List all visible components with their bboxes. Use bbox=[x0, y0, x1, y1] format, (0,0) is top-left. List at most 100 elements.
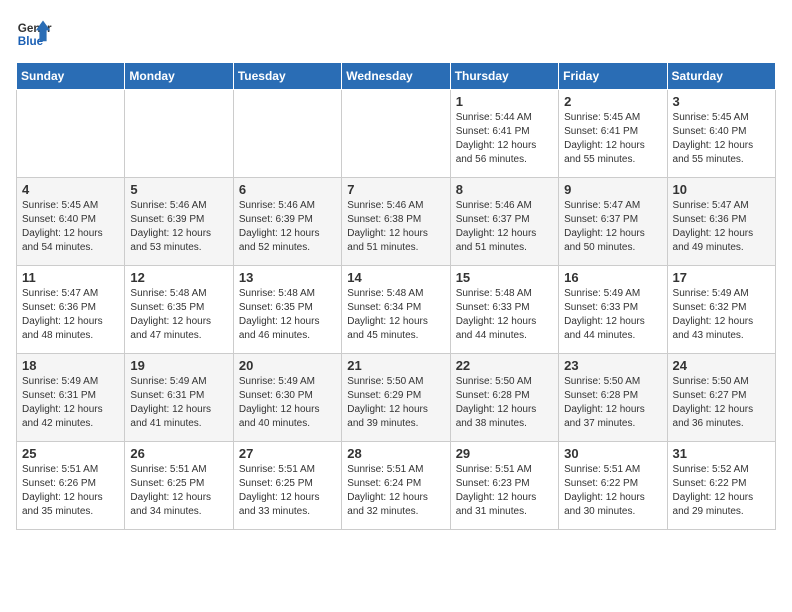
calendar-cell: 8 Sunrise: 5:46 AM Sunset: 6:37 PM Daylig… bbox=[450, 178, 558, 266]
logo-icon: General Blue bbox=[16, 16, 52, 52]
cell-content: Sunrise: 5:51 AM Sunset: 6:24 PM Dayligh… bbox=[347, 463, 444, 519]
cell-content: Sunrise: 5:51 AM Sunset: 6:25 PM Dayligh… bbox=[239, 463, 336, 519]
cell-content: Sunrise: 5:46 AM Sunset: 6:37 PM Dayligh… bbox=[456, 199, 553, 255]
day-number: 31 bbox=[673, 446, 770, 461]
day-number: 10 bbox=[673, 182, 770, 197]
cell-content: Sunrise: 5:52 AM Sunset: 6:22 PM Dayligh… bbox=[673, 463, 770, 519]
day-number: 11 bbox=[22, 270, 119, 285]
cell-content: Sunrise: 5:51 AM Sunset: 6:25 PM Dayligh… bbox=[130, 463, 227, 519]
day-number: 19 bbox=[130, 358, 227, 373]
weekday-header-tuesday: Tuesday bbox=[233, 63, 341, 90]
day-number: 30 bbox=[564, 446, 661, 461]
calendar-cell bbox=[233, 90, 341, 178]
calendar-cell bbox=[342, 90, 450, 178]
day-number: 17 bbox=[673, 270, 770, 285]
cell-content: Sunrise: 5:48 AM Sunset: 6:34 PM Dayligh… bbox=[347, 287, 444, 343]
cell-content: Sunrise: 5:45 AM Sunset: 6:41 PM Dayligh… bbox=[564, 111, 661, 167]
calendar-cell: 24Sunrise: 5:50 AM Sunset: 6:27 PM Dayli… bbox=[667, 354, 775, 442]
weekday-header-monday: Monday bbox=[125, 63, 233, 90]
weekday-header-friday: Friday bbox=[559, 63, 667, 90]
calendar-cell: 16Sunrise: 5:49 AM Sunset: 6:33 PM Dayli… bbox=[559, 266, 667, 354]
cell-content: Sunrise: 5:51 AM Sunset: 6:23 PM Dayligh… bbox=[456, 463, 553, 519]
day-number: 13 bbox=[239, 270, 336, 285]
day-number: 21 bbox=[347, 358, 444, 373]
day-number: 6 bbox=[239, 182, 336, 197]
cell-content: Sunrise: 5:47 AM Sunset: 6:37 PM Dayligh… bbox=[564, 199, 661, 255]
weekday-header-wednesday: Wednesday bbox=[342, 63, 450, 90]
day-number: 20 bbox=[239, 358, 336, 373]
calendar-cell: 12 Sunrise: 5:48 AM Sunset: 6:35 PM Dayli… bbox=[125, 266, 233, 354]
cell-content: Sunrise: 5:50 AM Sunset: 6:29 PM Dayligh… bbox=[347, 375, 444, 431]
calendar-cell: 7 Sunrise: 5:46 AM Sunset: 6:38 PM Daylig… bbox=[342, 178, 450, 266]
day-number: 12 bbox=[130, 270, 227, 285]
page-header: General Blue bbox=[16, 16, 776, 52]
day-number: 8 bbox=[456, 182, 553, 197]
day-number: 7 bbox=[347, 182, 444, 197]
calendar-cell: 22 Sunrise: 5:50 AM Sunset: 6:28 PM Dayli… bbox=[450, 354, 558, 442]
calendar-cell: 10Sunrise: 5:47 AM Sunset: 6:36 PM Dayli… bbox=[667, 178, 775, 266]
day-number: 24 bbox=[673, 358, 770, 373]
week-row-4: 18 Sunrise: 5:49 AM Sunset: 6:31 PM Dayli… bbox=[17, 354, 776, 442]
cell-content: Sunrise: 5:50 AM Sunset: 6:28 PM Dayligh… bbox=[564, 375, 661, 431]
calendar-cell: 5Sunrise: 5:46 AM Sunset: 6:39 PM Daylig… bbox=[125, 178, 233, 266]
calendar-cell: 26Sunrise: 5:51 AM Sunset: 6:25 PM Dayli… bbox=[125, 442, 233, 530]
cell-content: Sunrise: 5:46 AM Sunset: 6:39 PM Dayligh… bbox=[239, 199, 336, 255]
cell-content: Sunrise: 5:51 AM Sunset: 6:22 PM Dayligh… bbox=[564, 463, 661, 519]
calendar-cell: 6 Sunrise: 5:46 AM Sunset: 6:39 PM Daylig… bbox=[233, 178, 341, 266]
day-number: 14 bbox=[347, 270, 444, 285]
calendar-cell: 21 Sunrise: 5:50 AM Sunset: 6:29 PM Dayli… bbox=[342, 354, 450, 442]
cell-content: Sunrise: 5:45 AM Sunset: 6:40 PM Dayligh… bbox=[673, 111, 770, 167]
day-number: 5 bbox=[130, 182, 227, 197]
day-number: 22 bbox=[456, 358, 553, 373]
calendar-cell: 17 Sunrise: 5:49 AM Sunset: 6:32 PM Dayli… bbox=[667, 266, 775, 354]
calendar-cell: 1 Sunrise: 5:44 AM Sunset: 6:41 PM Daylig… bbox=[450, 90, 558, 178]
calendar-cell: 29 Sunrise: 5:51 AM Sunset: 6:23 PM Dayli… bbox=[450, 442, 558, 530]
day-number: 4 bbox=[22, 182, 119, 197]
calendar-cell: 2Sunrise: 5:45 AM Sunset: 6:41 PM Daylig… bbox=[559, 90, 667, 178]
cell-content: Sunrise: 5:44 AM Sunset: 6:41 PM Dayligh… bbox=[456, 111, 553, 167]
calendar-cell: 9 Sunrise: 5:47 AM Sunset: 6:37 PM Daylig… bbox=[559, 178, 667, 266]
week-row-3: 11 Sunrise: 5:47 AM Sunset: 6:36 PM Dayli… bbox=[17, 266, 776, 354]
cell-content: Sunrise: 5:49 AM Sunset: 6:31 PM Dayligh… bbox=[130, 375, 227, 431]
cell-content: Sunrise: 5:47 AM Sunset: 6:36 PM Dayligh… bbox=[22, 287, 119, 343]
day-number: 15 bbox=[456, 270, 553, 285]
calendar-cell bbox=[17, 90, 125, 178]
weekday-header-sunday: Sunday bbox=[17, 63, 125, 90]
cell-content: Sunrise: 5:49 AM Sunset: 6:33 PM Dayligh… bbox=[564, 287, 661, 343]
calendar-cell: 27 Sunrise: 5:51 AM Sunset: 6:25 PM Dayli… bbox=[233, 442, 341, 530]
day-number: 28 bbox=[347, 446, 444, 461]
cell-content: Sunrise: 5:45 AM Sunset: 6:40 PM Dayligh… bbox=[22, 199, 119, 255]
weekday-header-row: SundayMondayTuesdayWednesdayThursdayFrid… bbox=[17, 63, 776, 90]
calendar-cell: 14 Sunrise: 5:48 AM Sunset: 6:34 PM Dayli… bbox=[342, 266, 450, 354]
cell-content: Sunrise: 5:51 AM Sunset: 6:26 PM Dayligh… bbox=[22, 463, 119, 519]
day-number: 27 bbox=[239, 446, 336, 461]
weekday-header-saturday: Saturday bbox=[667, 63, 775, 90]
calendar-cell: 31 Sunrise: 5:52 AM Sunset: 6:22 PM Dayli… bbox=[667, 442, 775, 530]
week-row-5: 25Sunrise: 5:51 AM Sunset: 6:26 PM Dayli… bbox=[17, 442, 776, 530]
weekday-header-thursday: Thursday bbox=[450, 63, 558, 90]
day-number: 29 bbox=[456, 446, 553, 461]
calendar-table: SundayMondayTuesdayWednesdayThursdayFrid… bbox=[16, 62, 776, 530]
calendar-cell: 20Sunrise: 5:49 AM Sunset: 6:30 PM Dayli… bbox=[233, 354, 341, 442]
day-number: 3 bbox=[673, 94, 770, 109]
cell-content: Sunrise: 5:50 AM Sunset: 6:28 PM Dayligh… bbox=[456, 375, 553, 431]
calendar-cell: 13 Sunrise: 5:48 AM Sunset: 6:35 PM Dayli… bbox=[233, 266, 341, 354]
cell-content: Sunrise: 5:49 AM Sunset: 6:31 PM Dayligh… bbox=[22, 375, 119, 431]
calendar-cell: 11 Sunrise: 5:47 AM Sunset: 6:36 PM Dayli… bbox=[17, 266, 125, 354]
cell-content: Sunrise: 5:46 AM Sunset: 6:38 PM Dayligh… bbox=[347, 199, 444, 255]
day-number: 18 bbox=[22, 358, 119, 373]
cell-content: Sunrise: 5:48 AM Sunset: 6:35 PM Dayligh… bbox=[130, 287, 227, 343]
cell-content: Sunrise: 5:48 AM Sunset: 6:35 PM Dayligh… bbox=[239, 287, 336, 343]
calendar-cell: 15 Sunrise: 5:48 AM Sunset: 6:33 PM Dayli… bbox=[450, 266, 558, 354]
day-number: 1 bbox=[456, 94, 553, 109]
calendar-cell: 30 Sunrise: 5:51 AM Sunset: 6:22 PM Dayli… bbox=[559, 442, 667, 530]
cell-content: Sunrise: 5:49 AM Sunset: 6:32 PM Dayligh… bbox=[673, 287, 770, 343]
calendar-cell: 25Sunrise: 5:51 AM Sunset: 6:26 PM Dayli… bbox=[17, 442, 125, 530]
calendar-cell bbox=[125, 90, 233, 178]
calendar-cell: 3 Sunrise: 5:45 AM Sunset: 6:40 PM Daylig… bbox=[667, 90, 775, 178]
cell-content: Sunrise: 5:48 AM Sunset: 6:33 PM Dayligh… bbox=[456, 287, 553, 343]
calendar-cell: 23Sunrise: 5:50 AM Sunset: 6:28 PM Dayli… bbox=[559, 354, 667, 442]
week-row-1: 1 Sunrise: 5:44 AM Sunset: 6:41 PM Daylig… bbox=[17, 90, 776, 178]
day-number: 9 bbox=[564, 182, 661, 197]
calendar-cell: 28 Sunrise: 5:51 AM Sunset: 6:24 PM Dayli… bbox=[342, 442, 450, 530]
